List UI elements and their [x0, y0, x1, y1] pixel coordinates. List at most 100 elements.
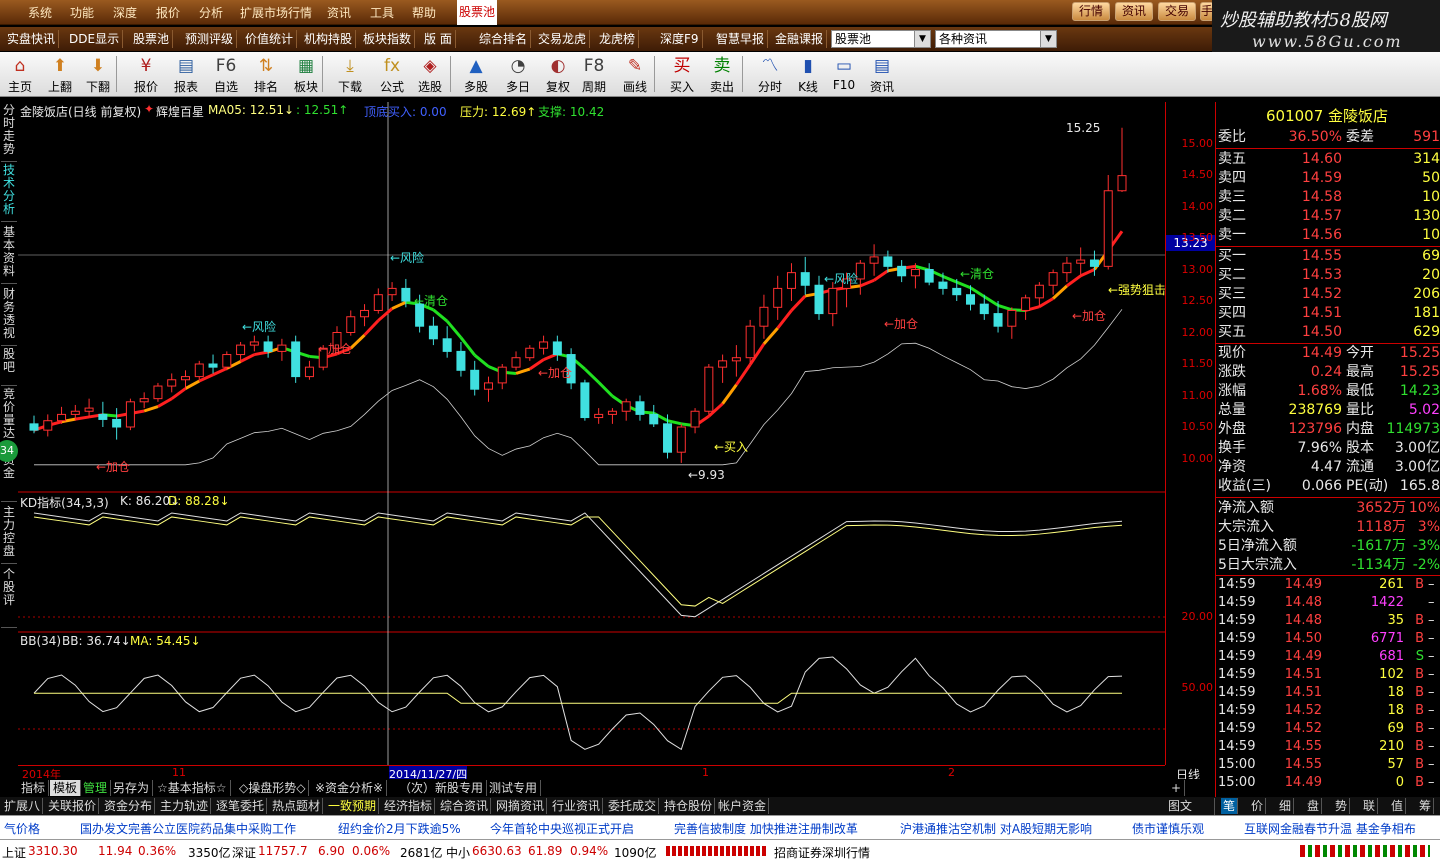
detail-tab-7[interactable]: 筹 [1417, 798, 1435, 814]
info-tab-0[interactable]: 扩展八 [2, 798, 44, 814]
detail-tab-3[interactable]: 盘 [1305, 798, 1323, 814]
menu-item-system[interactable]: 系统 [28, 4, 52, 21]
dde-display-button[interactable]: DDE显示 [66, 30, 124, 48]
toolbar-button-17[interactable]: 卖卖出 [704, 54, 740, 96]
news-headline[interactable]: 完善信披制度 加快推进注册制改革 [674, 820, 858, 837]
toolbar-button-7[interactable]: ▦ 板块 [288, 54, 324, 96]
info-tab-11[interactable]: 委托成交 [606, 798, 660, 814]
info-tab-1[interactable]: 关联报价 [46, 798, 100, 814]
detail-tab-6[interactable]: 值 [1389, 798, 1407, 814]
institution-holdings-button[interactable]: 机构持股 [301, 30, 357, 48]
toolbar-button-1[interactable]: ⬆ 上翻 [42, 54, 78, 96]
news-headline[interactable]: 今年首轮中央巡视正式开启 [490, 820, 634, 837]
toolbar-button-15[interactable]: ✎ 画线 [617, 54, 653, 96]
kline-chart[interactable] [18, 102, 1165, 765]
finance-course-button[interactable]: 金融课报 [772, 30, 828, 48]
info-tab-10[interactable]: 行业资讯 [550, 798, 604, 814]
left-tab-2[interactable]: 基本资料 [1, 226, 17, 284]
menu-item-news[interactable]: 资讯 [327, 4, 351, 21]
indicator-tab-8[interactable]: 测试专用 [486, 780, 542, 796]
info-tab-9[interactable]: 网摘资讯 [494, 798, 548, 814]
menu-item-depth[interactable]: 深度 [113, 4, 137, 21]
detail-tab-1[interactable]: 价 [1249, 798, 1267, 814]
news-headline[interactable]: 债市谨慎乐观 [1132, 820, 1204, 837]
menu-item-quote[interactable]: 报价 [156, 4, 180, 21]
realtime-news-button[interactable]: 实盘快讯 [4, 30, 60, 48]
info-tab-12[interactable]: 持仓股份 [662, 798, 716, 814]
composite-rank-button[interactable]: 综合排名 [476, 30, 532, 48]
info-tab-8[interactable]: 综合资讯 [438, 798, 492, 814]
quote-mode-button[interactable]: 行情 [1072, 2, 1110, 21]
toolbar-button-14[interactable]: F8 周期 [576, 54, 612, 96]
left-tab-0[interactable]: 分时走势 [1, 104, 17, 162]
toolbar-button-6[interactable]: ⇅ 排名 [248, 54, 284, 96]
toolbar-button-12[interactable]: ◔ 多日 [500, 54, 536, 96]
left-tab-7[interactable]: 主力控盘 [1, 506, 17, 564]
info-tab-6[interactable]: 一致预期 [326, 798, 380, 814]
toolbar-button-2[interactable]: ⬇ 下翻 [80, 54, 116, 96]
news-mode-button[interactable]: 资讯 [1115, 2, 1153, 21]
news-headline[interactable]: 国办发文完善公立医院药品集中采购工作 [80, 820, 296, 837]
menu-item-help[interactable]: 帮助 [412, 4, 436, 21]
detail-tab-0[interactable]: 笔 [1221, 798, 1239, 814]
left-tab-1[interactable]: 技术分析 [1, 164, 17, 222]
toolbar-button-9[interactable]: fx 公式 [374, 54, 410, 96]
toolbar-button-5[interactable]: F6 自选 [208, 54, 244, 96]
toolbar-button-21[interactable]: ▤ 资讯 [864, 54, 900, 96]
news-headline[interactable]: 纽约金价2月下跌逾5% [338, 820, 461, 837]
stat-value: 165.8 [1399, 478, 1440, 494]
indicator-tab-2[interactable]: 管理 [80, 780, 112, 796]
detail-tab-2[interactable]: 细 [1277, 798, 1295, 814]
menu-item-extended-market[interactable]: 扩展市场行情 [240, 4, 312, 21]
layout-button[interactable]: 版 面 [421, 30, 456, 48]
indicator-tab-6[interactable]: ※资金分析※ [312, 780, 388, 796]
indicator-tab-1[interactable]: 模板 [50, 780, 82, 796]
toolbar-button-4[interactable]: ▤ 报表 [168, 54, 204, 96]
menu-item-analysis[interactable]: 分析 [199, 4, 223, 21]
toolbar-button-10[interactable]: ◈ 选股 [412, 54, 448, 96]
indicator-tab-3[interactable]: 另存为 [110, 780, 154, 796]
indicator-tab-5[interactable]: ◇操盘形势◇ [236, 780, 310, 796]
left-tab-4[interactable]: 股吧 [1, 348, 17, 386]
sector-index-button[interactable]: 板块指数 [360, 30, 416, 48]
news-type-select[interactable]: 各种资讯 ▼ [935, 30, 1057, 48]
stock-pool-select[interactable]: 股票池 ▼ [831, 30, 931, 48]
toolbar-button-13[interactable]: ◐ 复权 [540, 54, 576, 96]
info-tab-3[interactable]: 主力轨迹 [158, 798, 212, 814]
home-button[interactable]: ⌂ 主页 [2, 54, 38, 96]
detail-tab-5[interactable]: 联 [1361, 798, 1379, 814]
toolbar-button-8[interactable]: ⤓ 下载 [332, 54, 368, 96]
indicator-tab-0[interactable]: 指标 [18, 780, 50, 796]
info-tab-7[interactable]: 经济指标 [382, 798, 436, 814]
menu-item-tools[interactable]: 工具 [370, 4, 394, 21]
indicator-tab-7[interactable]: （次）新股专用 [396, 780, 488, 796]
news-headline[interactable]: 互联网金融春节升温 基金争相布 [1244, 820, 1416, 837]
forecast-rating-button[interactable]: 预测评级 [182, 30, 238, 48]
scroll-arrows[interactable]: + [1168, 780, 1186, 796]
news-headline[interactable]: 沪港通推沽空机制 对A股短期无影响 [900, 820, 1092, 837]
info-tab-5[interactable]: 热点题材 [270, 798, 324, 814]
dragon-tiger-list-button[interactable]: 龙虎榜 [596, 30, 640, 48]
toolbar-button-18[interactable]: 〽分时 [752, 54, 788, 96]
info-tab-4[interactable]: 逐笔委托 [214, 798, 268, 814]
stock-pool-button[interactable]: 股票池 [130, 30, 174, 48]
toolbar-button-20[interactable]: ▭ F10 [826, 54, 862, 96]
toolbar-button-16[interactable]: 买买入 [664, 54, 700, 96]
trade-mode-button[interactable]: 交易 [1158, 2, 1196, 21]
toolbar-button-3[interactable]: ¥ 报价 [128, 54, 164, 96]
toolbar-button-11[interactable]: ▲ 多股 [458, 54, 494, 96]
info-tab-13[interactable]: 帐户资金 [716, 798, 770, 814]
news-headline[interactable]: 气价格 [4, 820, 40, 837]
toolbar-button-19[interactable]: ▮ K线 [790, 54, 826, 96]
info-tab-2[interactable]: 资金分布 [102, 798, 156, 814]
left-tab-8[interactable]: 个股评 [1, 568, 17, 628]
detail-tab-4[interactable]: 势 [1333, 798, 1351, 814]
indicator-tab-4[interactable]: ☆基本指标☆ [154, 780, 231, 796]
value-stats-button[interactable]: 价值统计 [242, 30, 298, 48]
menu-item-stock-pool[interactable]: 股票池 [457, 0, 497, 25]
morning-brief-button[interactable]: 智慧早报 [713, 30, 769, 48]
trade-dragon-button[interactable]: 交易龙虎 [535, 30, 591, 48]
depth-f9-button[interactable]: 深度F9 [657, 30, 703, 48]
menu-item-function[interactable]: 功能 [70, 4, 94, 21]
left-tab-3[interactable]: 财务透视 [1, 288, 17, 346]
